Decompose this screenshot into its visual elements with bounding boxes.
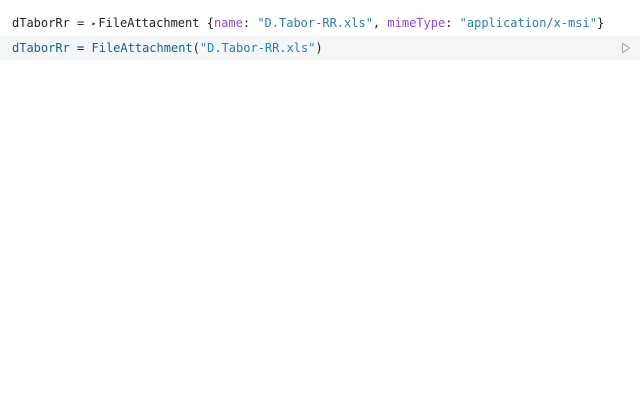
output-close-brace: } <box>596 16 605 30</box>
output-class-name: FileAttachment <box>98 16 200 30</box>
output-comma: , <box>372 16 381 30</box>
cell-open-paren: ( <box>192 41 200 55</box>
cell-equals: = <box>77 41 85 55</box>
cell-close-paren: ) <box>315 41 323 55</box>
output-value-name: "D.Tabor-RR.xls" <box>257 16 373 30</box>
output-variable-name: dTaborRr <box>12 16 70 30</box>
output-equals: = <box>77 16 85 30</box>
cell-source[interactable]: dTaborRr = FileAttachment("D.Tabor-RR.xl… <box>12 39 323 57</box>
output-open-brace: { <box>206 16 214 30</box>
output-key-name: name <box>213 16 243 30</box>
output-colon: : <box>242 16 251 30</box>
output-colon: : <box>445 16 453 30</box>
output-key-mimetype: mimeType <box>387 16 446 30</box>
cell-output: dTaborRr = ▸ FileAttachment {name: "D.Tab… <box>12 14 604 32</box>
cell-function-name: FileAttachment <box>91 41 193 55</box>
cell-argument: "D.Tabor-RR.xls" <box>199 41 316 55</box>
output-value-mimetype: "application/x-msi" <box>459 16 597 30</box>
play-outline-icon[interactable] <box>621 42 631 54</box>
cell-variable-name: dTaborRr <box>12 41 70 55</box>
code-cell[interactable]: dTaborRr = FileAttachment("D.Tabor-RR.xl… <box>0 36 640 60</box>
disclosure-triangle-icon[interactable]: ▸ <box>92 15 97 33</box>
